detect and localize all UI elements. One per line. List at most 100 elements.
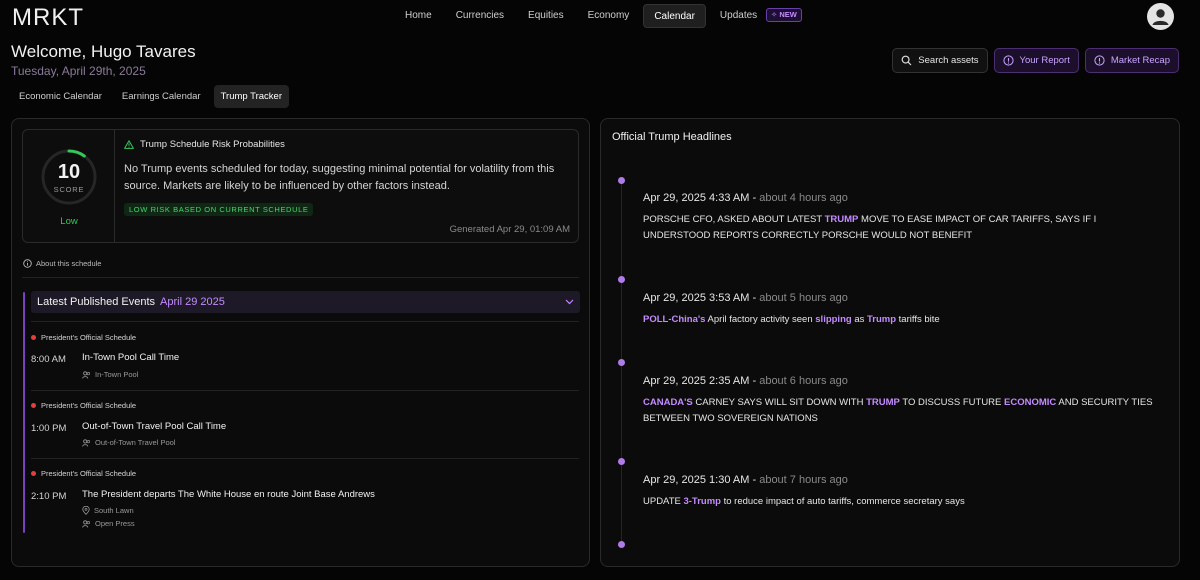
new-badge: ✧ NEW — [765, 8, 802, 23]
headline-segment: CARNEY SAYS WILL SIT DOWN WITH — [692, 397, 867, 408]
headline-segment: tariffs bite — [896, 314, 940, 325]
risk-description: No Trump events scheduled for today, sug… — [124, 163, 555, 192]
event-item[interactable]: President's Official Schedule 1:00 PM Ou… — [31, 401, 580, 457]
headline-segment: PORSCHE CFO, ASKED ABOUT LATEST — [643, 214, 825, 225]
nav-updates[interactable]: Updates ✧ NEW — [710, 4, 812, 28]
nav-updates-label: Updates — [719, 10, 758, 21]
calendar-tabs: Economic Calendar Earnings Calendar Trum… — [12, 85, 290, 108]
nav-calendar[interactable]: Calendar — [643, 4, 706, 28]
event-source-label: President's Official Schedule — [41, 333, 137, 342]
highlighted-keyword: Trump — [867, 314, 897, 325]
headline-time: Apr 29, 2025 2:35 AM - about 6 hours ago — [643, 375, 848, 387]
risk-card: 10 SCORE Low Trump Schedule Risk Probabi… — [22, 129, 579, 243]
info-circle-icon — [1094, 55, 1105, 66]
highlighted-keyword: POLL-China's — [643, 314, 706, 325]
divider — [31, 390, 579, 391]
your-report-button[interactable]: Your Report — [993, 48, 1079, 73]
headline-item[interactable]: Apr 29, 2025 4:33 AM - about 4 hours ago… — [643, 192, 1163, 244]
risk-badge: LOW RISK BASED ON CURRENT SCHEDULE — [124, 203, 314, 216]
info-circle-icon — [1002, 55, 1014, 66]
events-accent-bar — [23, 292, 25, 533]
headline-ago: about 4 hours ago — [759, 192, 848, 204]
headline-timestamp: Apr 29, 2025 1:30 AM — [643, 474, 750, 486]
headline-timestamp: Apr 29, 2025 3:53 AM — [643, 292, 750, 304]
event-meta-label: Out-of-Town Travel Pool — [95, 438, 176, 447]
risk-title-text: Trump Schedule Risk Probabilities — [140, 139, 285, 150]
event-time: 1:00 PM — [31, 423, 67, 434]
about-schedule-label: About this schedule — [36, 259, 102, 268]
nav-equities-label: Equities — [528, 10, 564, 21]
nav-currencies[interactable]: Currencies — [446, 4, 514, 28]
headline-time: Apr 29, 2025 4:33 AM - about 4 hours ago — [643, 192, 848, 204]
event-source-tag: President's Official Schedule — [31, 469, 136, 478]
event-title: The President departs The White House en… — [82, 489, 375, 500]
tab-earnings-calendar[interactable]: Earnings Calendar — [115, 85, 208, 108]
event-source-label: President's Official Schedule — [41, 401, 137, 410]
sparkle-icon: ✧ — [770, 10, 778, 20]
your-report-label: Your Report — [1019, 55, 1070, 66]
trump-schedule-panel: 10 SCORE Low Trump Schedule Risk Probabi… — [11, 118, 590, 567]
nav-home[interactable]: Home — [395, 4, 442, 28]
nav-currencies-label: Currencies — [455, 10, 505, 21]
event-source-label: President's Official Schedule — [41, 469, 137, 478]
event-meta-label: South Lawn — [94, 506, 134, 515]
highlighted-keyword: ECONOMIC — [1004, 397, 1057, 408]
headline-item[interactable]: Apr 29, 2025 1:30 AM - about 7 hours ago… — [643, 474, 1163, 510]
headline-ago: about 6 hours ago — [759, 375, 848, 387]
event-meta: South Lawn — [82, 506, 134, 515]
app-logo[interactable]: MRKT — [12, 4, 84, 32]
nav-economy[interactable]: Economy — [578, 4, 640, 28]
headline-text: PORSCHE CFO, ASKED ABOUT LATEST TRUMP MO… — [643, 212, 1163, 244]
market-recap-button[interactable]: Market Recap — [1084, 48, 1179, 73]
event-item[interactable]: President's Official Schedule 2:10 PM Th… — [31, 469, 580, 533]
event-title: Out-of-Town Travel Pool Call Time — [82, 421, 227, 432]
divider — [31, 458, 579, 459]
timeline-dot — [618, 177, 625, 184]
new-badge-label: NEW — [779, 10, 797, 20]
headline-item[interactable]: Apr 29, 2025 3:53 AM - about 5 hours ago… — [643, 292, 1163, 328]
headline-text: CANADA'S CARNEY SAYS WILL SIT DOWN WITH … — [643, 395, 1163, 427]
highlighted-keyword: slipping — [815, 314, 852, 325]
headline-segment: TO DISCUSS FUTURE — [899, 397, 1005, 408]
trump-headlines-panel: Official Trump Headlines Apr 29, 2025 4:… — [600, 118, 1180, 567]
users-icon — [82, 438, 90, 447]
headline-time: Apr 29, 2025 3:53 AM - about 5 hours ago — [643, 292, 848, 304]
event-source-tag: President's Official Schedule — [31, 401, 136, 410]
event-title: In-Town Pool Call Time — [82, 352, 180, 363]
headline-text: UPDATE 3-Trump to reduce impact of auto … — [643, 494, 1163, 510]
latest-events-header[interactable]: Latest Published Events April 29 2025 — [31, 291, 580, 313]
header-actions: Search assets Your Report Market Recap — [892, 48, 1179, 73]
event-item[interactable]: President's Official Schedule 8:00 AM In… — [31, 333, 580, 389]
headlines-title: Official Trump Headlines — [612, 131, 732, 143]
score-label: SCORE — [53, 185, 85, 194]
event-meta: Out-of-Town Travel Pool — [82, 438, 175, 447]
nav-economy-label: Economy — [587, 10, 630, 21]
welcome-title: Welcome, Hugo Tavares — [11, 42, 196, 61]
event-time: 2:10 PM — [31, 491, 67, 502]
search-assets-button[interactable]: Search assets — [892, 48, 988, 73]
search-assets-label: Search assets — [918, 55, 979, 66]
info-icon — [23, 259, 32, 268]
nav-equities[interactable]: Equities — [518, 4, 574, 28]
highlighted-keyword: TRUMP — [866, 397, 900, 408]
event-meta-label: In-Town Pool — [95, 370, 139, 379]
top-nav: Home Currencies Equities Economy Calenda… — [395, 4, 812, 28]
tab-trump-tracker[interactable]: Trump Tracker — [213, 85, 290, 108]
timeline-dot — [618, 276, 625, 283]
events-date: April 29 2025 — [160, 296, 225, 308]
current-date: Tuesday, April 29th, 2025 — [11, 64, 146, 78]
event-time: 8:00 AM — [31, 354, 66, 365]
headline-item[interactable]: Apr 29, 2025 2:35 AM - about 6 hours ago… — [643, 375, 1163, 427]
headline-timestamp: Apr 29, 2025 4:33 AM — [643, 192, 750, 204]
red-dot-icon — [31, 403, 36, 408]
headline-segment: UPDATE — [643, 496, 684, 507]
user-avatar[interactable] — [1147, 3, 1174, 30]
users-icon — [82, 370, 90, 379]
tab-economic-calendar[interactable]: Economic Calendar — [12, 85, 109, 108]
highlighted-keyword: TRUMP — [824, 214, 859, 225]
events-title: Latest Published Events — [37, 296, 156, 308]
about-schedule-link[interactable]: About this schedule — [23, 259, 101, 268]
market-recap-label: Market Recap — [1110, 55, 1170, 66]
chevron-down-icon[interactable] — [565, 299, 574, 305]
headline-ago: about 5 hours ago — [759, 292, 848, 304]
